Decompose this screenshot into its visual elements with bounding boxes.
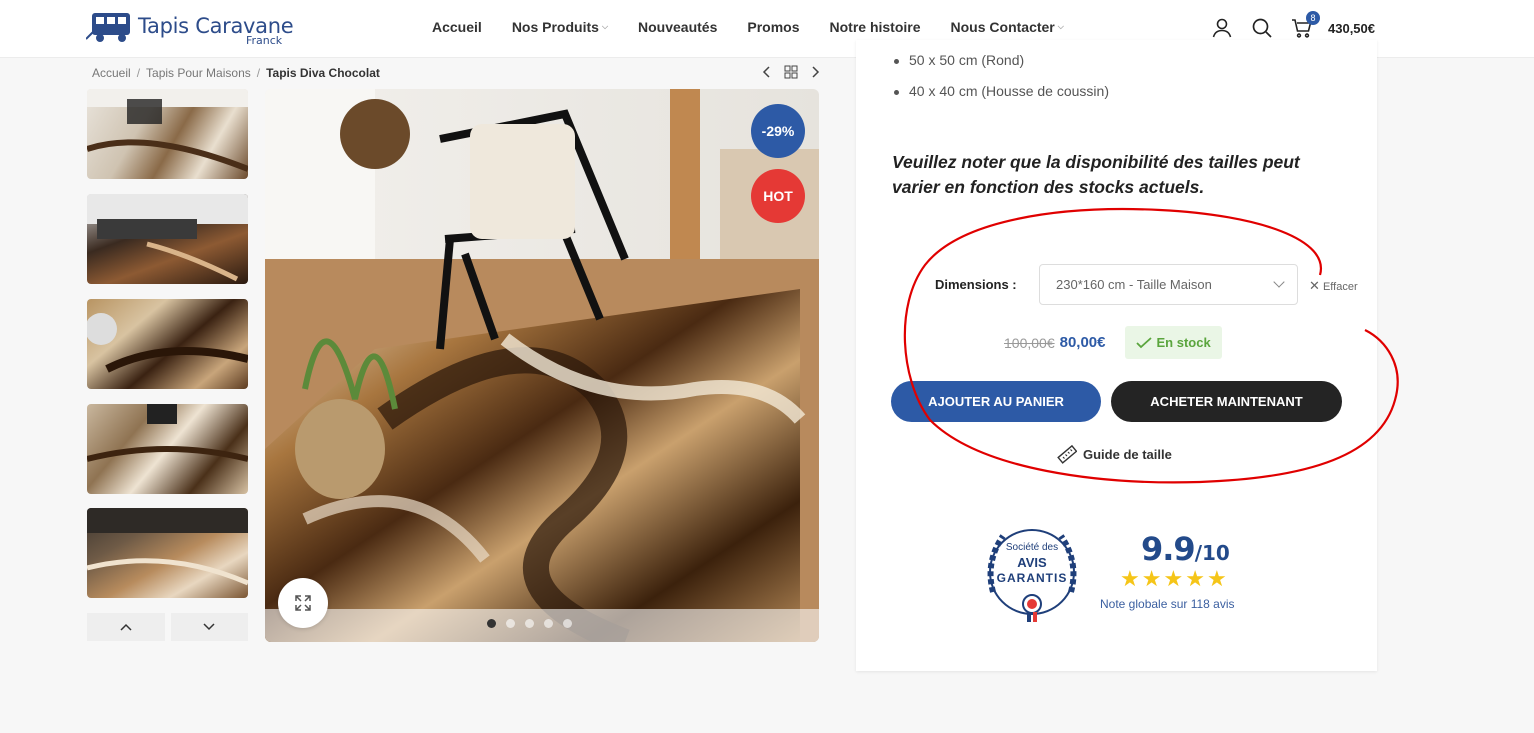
old-price: 100,00€ (1004, 334, 1055, 351)
breadcrumb-home[interactable]: Accueil (92, 66, 131, 80)
thumbnail-image (87, 404, 248, 462)
gallery-dot[interactable] (506, 619, 515, 628)
chevron-down-icon: ⌵ (1057, 22, 1064, 31)
star-icon: ★ (1185, 566, 1205, 591)
star-icon: ★ (1206, 566, 1227, 591)
star-icon: ★ (1141, 566, 1162, 591)
star-icon: ★ (1163, 566, 1184, 591)
nav-label: Notre histoire (829, 19, 921, 35)
nav-item-nous-contacter[interactable]: Nous Contacter ⌵ (951, 19, 1064, 35)
star-icon: ★ (1120, 566, 1140, 591)
site-logo[interactable]: Tapis Caravane Franck (86, 9, 296, 47)
gallery-dot[interactable] (544, 619, 553, 628)
thumbnail-image (87, 194, 248, 282)
check-icon (1135, 336, 1152, 348)
cart-count-badge: 8 (1306, 11, 1320, 25)
review-summary-link[interactable]: Note globale sur 118 avis (1100, 597, 1235, 611)
user-icon[interactable] (1210, 16, 1234, 40)
zoom-button[interactable] (278, 578, 328, 628)
sale-price: 80,00€ (1059, 334, 1106, 351)
nav-label: Nouveautés (638, 19, 718, 35)
main-nav: Accueil Nos Produits ⌵ Nouveautés Promos … (432, 19, 1094, 35)
size-list: 50 x 50 cm (Rond) 40 x 40 cm (Housse de … (892, 52, 1109, 114)
avis-garantis-seal[interactable]: Société des AVIS GARANTIS (975, 522, 1089, 626)
breadcrumb-separator: / (256, 66, 261, 80)
thumbnail-5[interactable] (87, 508, 248, 598)
chevron-right-icon[interactable] (808, 64, 822, 80)
availability-note: Veuillez noter que la disponibilité des … (892, 152, 1300, 197)
breadcrumb-category[interactable]: Tapis Pour Maisons (146, 66, 251, 80)
chevron-left-icon[interactable] (760, 64, 774, 80)
nav-label: Nos Produits (511, 19, 599, 35)
dimensions-select[interactable]: 230*160 cm - Taille Maison (1039, 264, 1298, 305)
search-icon[interactable] (1250, 16, 1274, 40)
nav-item-nos-produits[interactable]: Nos Produits ⌵ (512, 19, 608, 35)
chevron-down-icon (203, 623, 215, 631)
score-value: 9.9 (1141, 530, 1196, 568)
stock-label: En stock (1156, 335, 1211, 350)
breadcrumb-separator: / (136, 66, 141, 80)
chevron-down-icon: ⌵ (601, 22, 609, 31)
thumbnail-image (87, 508, 248, 586)
breadcrumb-current: Tapis Diva Chocolat (266, 66, 380, 80)
thumbnail-scroller (87, 613, 248, 641)
stock-status-badge: En stock (1124, 326, 1222, 359)
rating-stars: ★ ★ ★ ★ ★ (1120, 568, 1227, 590)
add-to-cart-button[interactable]: AJOUTER AU PANIER (891, 381, 1101, 422)
seal-line-3: GARANTIS (996, 571, 1068, 585)
header-actions: 8 430,50€ (1210, 11, 1375, 40)
ruler-icon (1057, 444, 1077, 464)
gallery-dot[interactable] (487, 619, 496, 628)
nav-item-notre-histoire[interactable]: Notre histoire (830, 19, 921, 35)
thumbnail-image (87, 313, 248, 373)
close-icon: ✕ (1309, 278, 1320, 293)
main-product-image[interactable] (265, 89, 819, 642)
cart-icon[interactable]: 8 (1290, 11, 1320, 40)
gallery-dots (487, 619, 572, 628)
logo-subtitle: Franck (246, 34, 283, 47)
clear-label: Effacer (1322, 281, 1358, 293)
nav-item-promos[interactable]: Promos (747, 19, 799, 35)
thumbnail-up-button[interactable] (87, 613, 165, 641)
gallery-dot[interactable] (525, 619, 534, 628)
size-guide-link[interactable]: Guide de taille (1057, 444, 1172, 464)
nav-item-accueil[interactable]: Accueil (432, 19, 482, 35)
cart-total[interactable]: 430,50€ (1328, 21, 1375, 36)
rug-photo (265, 89, 819, 642)
expand-icon (295, 595, 311, 611)
review-score: 9.9/10 (1141, 530, 1230, 568)
product-page: Tapis Caravane Franck Accueil Nos Produi… (0, 0, 1534, 733)
clear-selection-link[interactable]: ✕ Effacer (1309, 278, 1358, 294)
thumbnail-image (87, 89, 248, 172)
nav-label: Promos (747, 19, 800, 35)
thumbnail-1[interactable] (87, 89, 248, 179)
seal-line-2: AVIS (1017, 555, 1047, 570)
thumbnail-down-button[interactable] (170, 613, 248, 641)
seal-line-1: Société des (1005, 542, 1059, 553)
nav-item-nouveautes[interactable]: Nouveautés (638, 19, 717, 35)
chevron-down-icon (1273, 276, 1285, 288)
price-row: 100,00€ 80,00€ En stock (1004, 326, 1222, 359)
nav-label: Nous Contacter (950, 19, 1055, 35)
dimensions-label: Dimensions : (935, 277, 1017, 292)
discount-badge: -29% (751, 104, 805, 158)
caravan-logo-icon (86, 13, 130, 42)
thumbnail-3[interactable] (87, 299, 248, 389)
hot-badge: HOT (751, 169, 805, 223)
thumbnail-2[interactable] (87, 194, 248, 284)
thumbnail-4[interactable] (87, 404, 248, 494)
size-guide-label: Guide de taille (1083, 446, 1172, 462)
gallery-dot[interactable] (563, 619, 572, 628)
dimensions-selected-value: 230*160 cm - Taille Maison (1056, 277, 1212, 292)
nav-label: Accueil (432, 19, 482, 35)
chevron-up-icon (120, 623, 132, 631)
size-list-item: 50 x 50 cm (Rond) (892, 52, 1109, 68)
breadcrumb: Accueil / Tapis Pour Maisons / Tapis Div… (92, 66, 380, 80)
grid-icon[interactable] (784, 64, 798, 80)
score-max: /10 (1194, 541, 1230, 565)
buy-now-button[interactable]: ACHETER MAINTENANT (1111, 381, 1342, 422)
size-list-item: 40 x 40 cm (Housse de coussin) (892, 83, 1109, 99)
product-navigation (760, 64, 822, 80)
